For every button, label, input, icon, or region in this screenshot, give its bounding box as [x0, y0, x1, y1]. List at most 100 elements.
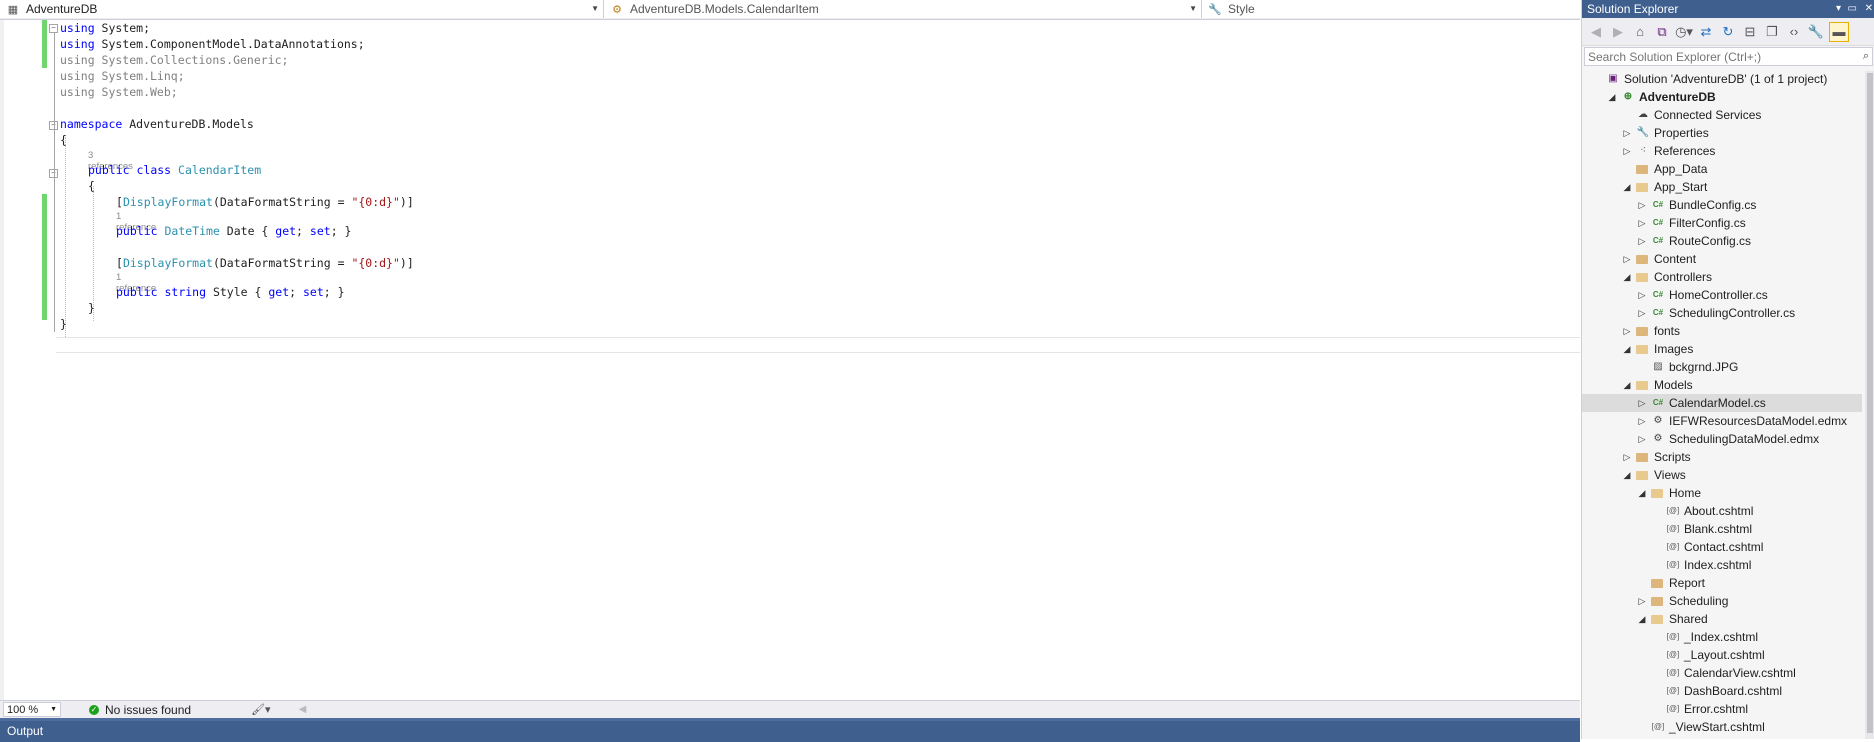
solution-explorer-search[interactable]: ⌕	[1584, 47, 1873, 66]
tree-item-label: Content	[1654, 252, 1697, 266]
issues-indicator[interactable]: ✓ No issues found	[89, 703, 191, 717]
tree-item[interactable]: ▷ C# CalendarModel.cs	[1582, 394, 1862, 412]
codelens-references[interactable]: 1 reference	[116, 272, 156, 294]
tree-item[interactable]: ▷ C# SchedulingController.cs	[1582, 304, 1862, 322]
tree-item[interactable]: [@] Blank.cshtml	[1582, 520, 1862, 538]
tree-item[interactable]: ▷ C# HomeController.cs	[1582, 286, 1862, 304]
collapse-arrow-icon[interactable]: ◢	[1622, 466, 1632, 484]
chevron-down-icon: ▼	[591, 4, 599, 13]
search-input[interactable]	[1588, 49, 1838, 64]
tree-item[interactable]: ▷ 🔧 Properties	[1582, 124, 1862, 142]
tree-item[interactable]: [@] Contact.cshtml	[1582, 538, 1862, 556]
tree-item[interactable]: ◢ Shared	[1582, 610, 1862, 628]
collapse-arrow-icon[interactable]: ◢	[1622, 340, 1632, 358]
tree-item[interactable]: ◢ Views	[1582, 466, 1862, 484]
brush-dropdown-icon[interactable]: 🖌▾	[251, 703, 271, 716]
zoom-dropdown[interactable]: 100 % ▼	[3, 702, 61, 717]
tree-item[interactable]: ▨ bckgrnd.JPG	[1582, 358, 1862, 376]
expand-arrow-icon[interactable]: ▷	[1622, 142, 1632, 160]
tree-item[interactable]: [@] About.cshtml	[1582, 502, 1862, 520]
razor-file-icon: [@]	[1666, 524, 1680, 533]
tree-item[interactable]: ▷ ⚙ IEFWResourcesDataModel.edmx	[1582, 412, 1862, 430]
dropdown-icon[interactable]: ▾	[1836, 0, 1841, 18]
collapse-arrow-icon[interactable]: ◢	[1622, 376, 1632, 394]
collapse-arrow-icon[interactable]: ◢	[1637, 484, 1647, 502]
collapse-arrow-icon[interactable]: ◢	[1622, 268, 1632, 286]
preview-icon[interactable]: ▬	[1829, 21, 1849, 42]
tree-item[interactable]: [@] DashBoard.cshtml	[1582, 682, 1862, 700]
scroll-left-icon[interactable]: ◀	[299, 704, 307, 715]
expand-arrow-icon[interactable]: ▷	[1637, 196, 1647, 214]
expand-arrow-icon[interactable]: ▷	[1622, 448, 1632, 466]
search-icon[interactable]: ⌕	[1863, 50, 1869, 63]
expand-arrow-icon[interactable]: ▷	[1637, 304, 1647, 322]
tree-item[interactable]: ◢ Images	[1582, 340, 1862, 358]
refresh-icon[interactable]: ↻	[1719, 23, 1737, 41]
tree-item[interactable]: ▣ Solution 'AdventureDB' (1 of 1 project)	[1582, 70, 1862, 88]
folder-open-icon	[1636, 381, 1648, 390]
collapse-arrow-icon[interactable]: ◢	[1607, 88, 1617, 106]
tree-item[interactable]: [@] _Layout.cshtml	[1582, 646, 1862, 664]
codelens-references[interactable]: 3 references	[88, 150, 133, 172]
show-all-files-icon[interactable]: ❐	[1763, 23, 1781, 41]
codelens-references[interactable]: 1 reference	[116, 211, 156, 233]
folder-open-icon	[1651, 615, 1663, 624]
collapse-arrow-icon[interactable]: ◢	[1622, 178, 1632, 196]
close-icon[interactable]: ✕	[1865, 0, 1873, 18]
expand-arrow-icon[interactable]: ▷	[1622, 322, 1632, 340]
scrollbar-thumb[interactable]	[1867, 73, 1873, 733]
home-icon[interactable]: ⌂	[1631, 23, 1649, 41]
expand-arrow-icon[interactable]: ▷	[1637, 412, 1647, 430]
tree-item[interactable]: ◢ Controllers	[1582, 268, 1862, 286]
project-dropdown[interactable]: ▦ AdventureDB ▼	[0, 0, 604, 18]
tree-item[interactable]: ◢ Models	[1582, 376, 1862, 394]
expand-arrow-icon[interactable]: ▷	[1637, 214, 1647, 232]
tree-item[interactable]: Report	[1582, 574, 1862, 592]
tree-item[interactable]: ☁ Connected Services	[1582, 106, 1862, 124]
expand-arrow-icon[interactable]: ▷	[1637, 232, 1647, 250]
view-code-icon[interactable]: ‹›	[1785, 23, 1803, 41]
tree-item[interactable]: ◢ App_Start	[1582, 178, 1862, 196]
tree-item[interactable]: ▷ C# RouteConfig.cs	[1582, 232, 1862, 250]
tree-item-label: Report	[1669, 576, 1706, 590]
tree-item[interactable]: [@] Index.cshtml	[1582, 556, 1862, 574]
tree-item[interactable]: [@] CalendarView.cshtml	[1582, 664, 1862, 682]
type-dropdown[interactable]: ⚙ AdventureDB.Models.CalendarItem ▼	[604, 0, 1202, 18]
tree-item-label: References	[1654, 144, 1716, 158]
collapse-arrow-icon[interactable]: ◢	[1637, 610, 1647, 628]
sync-icon[interactable]: ⇄	[1697, 23, 1715, 41]
code-editor[interactable]: − − − using System; using System.Compone…	[0, 20, 1580, 700]
tree-item[interactable]: App_Data	[1582, 160, 1862, 178]
tree-item[interactable]: ▷ C# FilterConfig.cs	[1582, 214, 1862, 232]
expand-arrow-icon[interactable]: ▷	[1622, 250, 1632, 268]
collapse-all-icon[interactable]: ⊟	[1741, 23, 1759, 41]
member-dropdown[interactable]: 🔧 Style	[1202, 0, 1580, 18]
tree-item[interactable]: ▷ Content	[1582, 250, 1862, 268]
tree-item[interactable]: ◢ ⊕ AdventureDB	[1582, 88, 1862, 106]
pending-changes-icon[interactable]: ◷▾	[1675, 23, 1693, 41]
tree-item[interactable]: [@] _Index.cshtml	[1582, 628, 1862, 646]
vertical-scrollbar[interactable]	[1865, 71, 1874, 739]
tree-item[interactable]: ▷ C# BundleConfig.cs	[1582, 196, 1862, 214]
expand-arrow-icon[interactable]: ▷	[1622, 124, 1632, 142]
properties-icon[interactable]: 🔧	[1807, 23, 1825, 41]
tree-item[interactable]: [@] _ViewStart.cshtml	[1582, 718, 1862, 736]
tree-item-label: bckgrnd.JPG	[1669, 360, 1739, 374]
tree-item[interactable]: ▷ Scheduling	[1582, 592, 1862, 610]
tree-item[interactable]: ▷ fonts	[1582, 322, 1862, 340]
expand-arrow-icon[interactable]: ▷	[1637, 592, 1647, 610]
tree-item[interactable]: ▷ ⁖ References	[1582, 142, 1862, 160]
expand-arrow-icon[interactable]: ▷	[1637, 286, 1647, 304]
expand-arrow-icon[interactable]: ▷	[1637, 394, 1647, 412]
output-panel-tab[interactable]: Output	[0, 718, 1580, 742]
pin-icon[interactable]: ▭	[1848, 0, 1857, 18]
tree-item-label: Contact.cshtml	[1684, 540, 1764, 554]
switch-views-icon[interactable]: ⧉	[1653, 23, 1671, 41]
tree-item[interactable]: ▷ Scripts	[1582, 448, 1862, 466]
expand-arrow-icon[interactable]: ▷	[1637, 430, 1647, 448]
forward-icon[interactable]: ▶	[1609, 23, 1627, 41]
back-icon[interactable]: ◀	[1587, 23, 1605, 41]
tree-item[interactable]: [@] Error.cshtml	[1582, 700, 1862, 718]
tree-item[interactable]: ▷ ⚙ SchedulingDataModel.edmx	[1582, 430, 1862, 448]
tree-item[interactable]: ◢ Home	[1582, 484, 1862, 502]
